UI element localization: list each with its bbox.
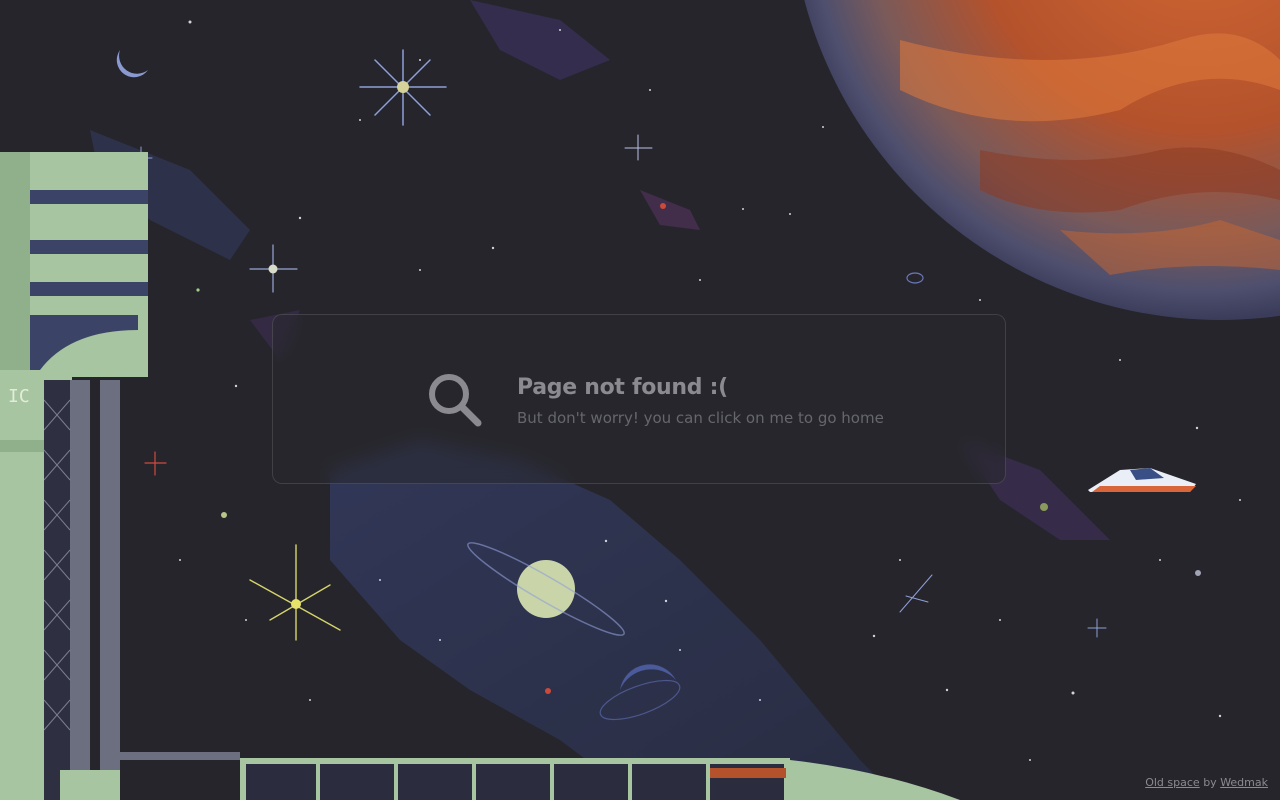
artwork-link[interactable]: Old space (1145, 776, 1199, 789)
artwork-credit: Old space by Wedmak (1145, 776, 1268, 789)
spaceship (1088, 468, 1196, 492)
giant-planet (804, 0, 1280, 320)
go-home-card[interactable]: Page not found :( But don't worry! you c… (272, 314, 1006, 484)
page-title: Page not found :( (517, 375, 728, 400)
author-link[interactable]: Wedmak (1220, 776, 1268, 789)
go-home-hint: But don't worry! you can click on me to … (517, 409, 884, 427)
search-icon (429, 374, 482, 427)
station-sign: IC (8, 386, 30, 407)
credit-by-text: by (1203, 776, 1217, 789)
